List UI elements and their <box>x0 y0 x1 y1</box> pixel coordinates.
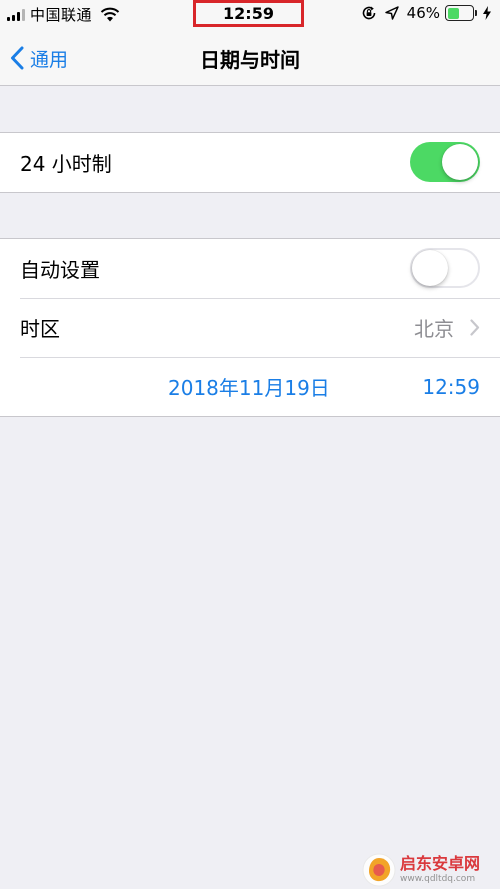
date-value[interactable]: 2018年11月19日 <box>168 372 330 401</box>
wifi-icon <box>100 7 120 22</box>
watermark: 启东安卓网 www.qdltdq.com <box>362 850 500 889</box>
status-left: 中国联通 <box>7 4 120 25</box>
chevron-right-icon <box>470 319 480 336</box>
back-label: 通用 <box>30 48 69 71</box>
carrier-label: 中国联通 <box>30 6 93 24</box>
status-time: 12:59 <box>223 4 274 23</box>
toggle-knob <box>442 144 478 180</box>
watermark-logo-icon <box>362 853 396 886</box>
group-24-hour: 24 小时制 <box>0 132 500 193</box>
status-bar: 中国联通 12:59 46% <box>0 0 500 30</box>
back-button[interactable]: 通用 <box>10 30 68 86</box>
row-24-hour: 24 小时制 <box>0 133 500 192</box>
auto-set-toggle[interactable] <box>410 248 480 288</box>
timezone-label: 时区 <box>20 317 60 341</box>
timezone-value: 北京 <box>414 317 454 341</box>
battery-percent: 46% <box>406 4 440 22</box>
watermark-text: 启东安卓网 www.qdltdq.com <box>400 853 481 884</box>
watermark-url: www.qdltdq.com <box>400 873 476 884</box>
nav-bar: 通用 日期与时间 <box>0 30 500 86</box>
status-time-highlight: 12:59 <box>193 0 304 27</box>
signal-icon <box>7 8 25 21</box>
charging-bolt-icon <box>483 6 491 20</box>
time-value[interactable]: 12:59 <box>422 375 480 399</box>
row-date-time[interactable]: 2018年11月19日 12:59 <box>0 357 500 416</box>
battery-icon <box>445 5 479 21</box>
watermark-title: 启东安卓网 <box>400 853 481 873</box>
row-auto-set: 自动设置 <box>0 239 500 298</box>
hour24-toggle[interactable] <box>410 142 480 182</box>
toggle-knob <box>412 250 448 286</box>
page-title: 日期与时间 <box>200 47 300 72</box>
auto-set-label: 自动设置 <box>20 258 100 282</box>
battery-fill <box>447 7 459 19</box>
rotation-lock-icon <box>362 6 375 20</box>
row-timezone[interactable]: 时区 北京 <box>0 298 500 357</box>
chevron-left-icon <box>11 46 24 70</box>
location-icon <box>384 6 399 20</box>
hour24-label: 24 小时制 <box>20 152 112 176</box>
screen: 中国联通 12:59 46% 通用 日期与时间 24 小时制 自动设置 时区 北… <box>0 0 500 889</box>
group-date-settings: 自动设置 时区 北京 2018年11月19日 12:59 <box>0 238 500 417</box>
status-right: 46% <box>361 4 492 22</box>
